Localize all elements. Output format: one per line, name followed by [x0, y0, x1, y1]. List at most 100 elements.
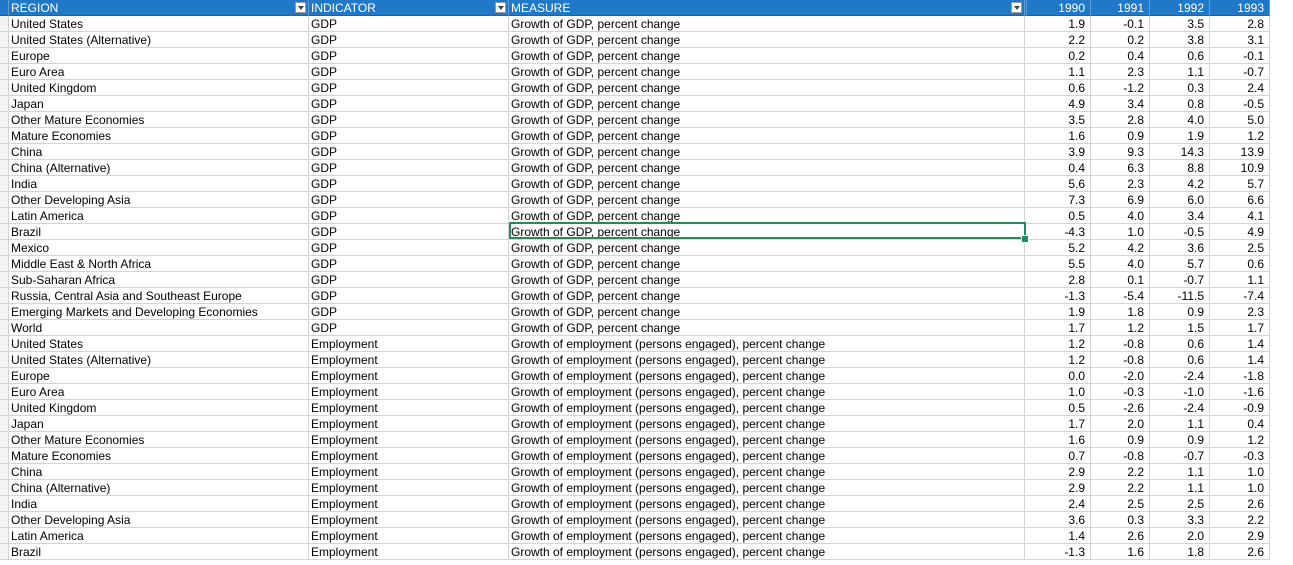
cell-indicator[interactable]: Employment: [309, 368, 509, 384]
row-header[interactable]: [0, 96, 9, 112]
cell-indicator[interactable]: GDP: [309, 16, 509, 32]
cell-value-1992[interactable]: 0.6: [1150, 352, 1210, 368]
cell-indicator[interactable]: Employment: [309, 496, 509, 512]
cell-value-1993[interactable]: 2.8: [1210, 16, 1270, 32]
header-year-1991[interactable]: 1991: [1091, 0, 1150, 16]
cell-value-1992[interactable]: -0.7: [1150, 272, 1210, 288]
cell-indicator[interactable]: Employment: [309, 512, 509, 528]
header-indicator[interactable]: INDICATOR: [309, 0, 509, 16]
cell-indicator[interactable]: GDP: [309, 32, 509, 48]
cell-region[interactable]: United States: [9, 16, 309, 32]
header-year-1993[interactable]: 1993: [1210, 0, 1270, 16]
cell-value-1991[interactable]: 2.2: [1091, 464, 1150, 480]
cell-value-1990[interactable]: 2.9: [1027, 464, 1091, 480]
cell-value-1990[interactable]: 0.5: [1027, 400, 1091, 416]
table-row[interactable]: Other Mature Economies GDP Growth of GDP, …: [0, 112, 1293, 128]
row-header[interactable]: [0, 544, 9, 560]
row-header[interactable]: [0, 112, 9, 128]
cell-value-1993[interactable]: -0.3: [1210, 448, 1270, 464]
row-header[interactable]: [0, 448, 9, 464]
cell-value-1991[interactable]: -0.1: [1091, 16, 1150, 32]
cell-value-1990[interactable]: 1.7: [1027, 416, 1091, 432]
cell-region[interactable]: United Kingdom: [9, 80, 309, 96]
cell-value-1992[interactable]: 3.5: [1150, 16, 1210, 32]
cell-region[interactable]: China: [9, 464, 309, 480]
cell-indicator[interactable]: GDP: [309, 176, 509, 192]
cell-indicator[interactable]: GDP: [309, 48, 509, 64]
cell-indicator[interactable]: Employment: [309, 480, 509, 496]
row-header[interactable]: [0, 352, 9, 368]
cell-measure[interactable]: Growth of GDP, percent change: [509, 112, 1025, 128]
cell-value-1992[interactable]: 0.9: [1150, 304, 1210, 320]
cell-region[interactable]: World: [9, 320, 309, 336]
cell-region[interactable]: Russia, Central Asia and Southeast Europ…: [9, 288, 309, 304]
cell-value-1993[interactable]: -1.6: [1210, 384, 1270, 400]
cell-value-1992[interactable]: -1.0: [1150, 384, 1210, 400]
table-row[interactable]: China (Alternative) Employment Growth of e…: [0, 480, 1293, 496]
cell-value-1990[interactable]: 0.0: [1027, 368, 1091, 384]
row-header[interactable]: [0, 256, 9, 272]
row-header[interactable]: [0, 528, 9, 544]
table-row[interactable]: Mature Economies GDP Growth of GDP, percen…: [0, 128, 1293, 144]
cell-value-1993[interactable]: 1.4: [1210, 336, 1270, 352]
cell-value-1993[interactable]: 2.6: [1210, 496, 1270, 512]
cell-value-1993[interactable]: 0.4: [1210, 416, 1270, 432]
table-row[interactable]: United Kingdom GDP Growth of GDP, percent …: [0, 80, 1293, 96]
row-header[interactable]: [0, 32, 9, 48]
row-header[interactable]: [0, 304, 9, 320]
table-row[interactable]: Other Mature Economies Employment Growth o…: [0, 432, 1293, 448]
cell-measure[interactable]: Growth of employment (persons engaged), …: [509, 400, 1025, 416]
corner-cell[interactable]: [0, 0, 9, 16]
table-row[interactable]: Europe Employment Growth of employment (pe…: [0, 368, 1293, 384]
table-row[interactable]: Latin America GDP Growth of GDP, percent c…: [0, 208, 1293, 224]
cell-value-1990[interactable]: 2.8: [1027, 272, 1091, 288]
row-header[interactable]: [0, 480, 9, 496]
cell-value-1990[interactable]: 5.5: [1027, 256, 1091, 272]
cell-region[interactable]: Europe: [9, 368, 309, 384]
cell-indicator[interactable]: Employment: [309, 336, 509, 352]
cell-value-1992[interactable]: 1.8: [1150, 544, 1210, 560]
cell-value-1993[interactable]: 1.0: [1210, 480, 1270, 496]
cell-value-1990[interactable]: 0.6: [1027, 80, 1091, 96]
row-header[interactable]: [0, 464, 9, 480]
cell-value-1992[interactable]: -11.5: [1150, 288, 1210, 304]
cell-value-1993[interactable]: 0.6: [1210, 256, 1270, 272]
cell-value-1993[interactable]: 2.5: [1210, 240, 1270, 256]
cell-value-1991[interactable]: 2.0: [1091, 416, 1150, 432]
cell-value-1990[interactable]: 1.2: [1027, 352, 1091, 368]
cell-measure[interactable]: Growth of employment (persons engaged), …: [509, 480, 1025, 496]
cell-value-1992[interactable]: 3.6: [1150, 240, 1210, 256]
cell-value-1993[interactable]: 2.3: [1210, 304, 1270, 320]
table-row[interactable]: Other Developing Asia Employment Growth of…: [0, 512, 1293, 528]
table-row[interactable]: Sub-Saharan Africa GDP Growth of GDP, perc…: [0, 272, 1293, 288]
cell-value-1991[interactable]: 2.6: [1091, 528, 1150, 544]
row-header[interactable]: [0, 48, 9, 64]
cell-region[interactable]: Other Mature Economies: [9, 432, 309, 448]
cell-value-1991[interactable]: 0.2: [1091, 32, 1150, 48]
table-row[interactable]: Japan Employment Growth of employment (per…: [0, 416, 1293, 432]
cell-value-1993[interactable]: 4.1: [1210, 208, 1270, 224]
cell-indicator[interactable]: GDP: [309, 96, 509, 112]
table-row[interactable]: Latin America Employment Growth of employm…: [0, 528, 1293, 544]
cell-value-1990[interactable]: -1.3: [1027, 544, 1091, 560]
cell-value-1992[interactable]: 0.3: [1150, 80, 1210, 96]
cell-indicator[interactable]: GDP: [309, 208, 509, 224]
cell-value-1991[interactable]: 9.3: [1091, 144, 1150, 160]
cell-measure[interactable]: Growth of employment (persons engaged), …: [509, 336, 1025, 352]
table-row[interactable]: Emerging Markets and Developing Economie…: [0, 304, 1293, 320]
cell-value-1992[interactable]: 5.7: [1150, 256, 1210, 272]
cell-measure[interactable]: Growth of employment (persons engaged), …: [509, 544, 1025, 560]
table-row[interactable]: United States (Alternative) Employment Gro…: [0, 352, 1293, 368]
table-row[interactable]: Russia, Central Asia and Southeast Europ…: [0, 288, 1293, 304]
cell-value-1992[interactable]: -0.5: [1150, 224, 1210, 240]
cell-measure[interactable]: Growth of GDP, percent change: [509, 304, 1025, 320]
cell-indicator[interactable]: GDP: [309, 192, 509, 208]
cell-indicator[interactable]: Employment: [309, 384, 509, 400]
cell-region[interactable]: India: [9, 496, 309, 512]
row-header[interactable]: [0, 384, 9, 400]
cell-indicator[interactable]: GDP: [309, 272, 509, 288]
cell-region[interactable]: Other Mature Economies: [9, 112, 309, 128]
cell-value-1991[interactable]: 6.3: [1091, 160, 1150, 176]
cell-value-1991[interactable]: -0.8: [1091, 448, 1150, 464]
cell-value-1993[interactable]: 13.9: [1210, 144, 1270, 160]
